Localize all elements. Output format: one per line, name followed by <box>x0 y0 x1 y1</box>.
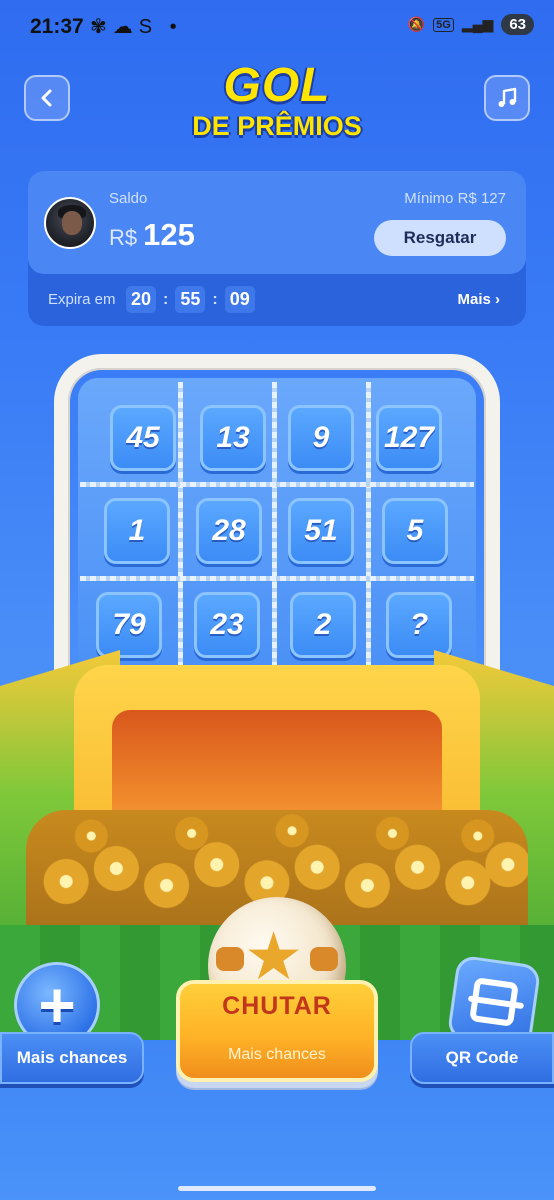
status-time: 21:37 <box>30 15 84 38</box>
status-right: 🔕 5G ▂▄▆ 63 <box>408 14 534 35</box>
balance-value: R$ 125 <box>109 217 195 253</box>
grid-tile: 5 <box>382 498 448 564</box>
qr-code-button[interactable]: QR Code <box>410 1032 554 1084</box>
home-indicator[interactable] <box>178 1186 376 1191</box>
avatar <box>44 197 96 249</box>
grid-tile: 45 <box>110 405 176 471</box>
balance-label: Saldo <box>109 190 148 207</box>
grid-tile: 13 <box>200 405 266 471</box>
music-note-icon <box>498 87 517 107</box>
grid-tile: ? <box>386 592 452 658</box>
balance-card-top: Saldo R$ 125 Mínimo R$ 127 Resgatar <box>28 171 526 274</box>
grid-tile: 1 <box>104 498 170 564</box>
timer-hours: 20 <box>126 286 157 313</box>
signal-icon: ▂▄▆ <box>461 16 494 32</box>
title-line-2: DE PRÊMIOS <box>192 111 362 141</box>
more-link[interactable]: Mais › <box>457 291 500 308</box>
game-title: GOL DE PRÊMIOS <box>0 62 554 142</box>
kick-button[interactable]: CHUTAR Mais chances <box>176 980 378 1082</box>
notification-icons: ✾☁S • <box>90 16 183 38</box>
grid-tile: 28 <box>196 498 262 564</box>
expires-label: Expira em <box>48 291 116 308</box>
timer-minutes: 55 <box>175 286 206 313</box>
grid-tile: 2 <box>290 592 356 658</box>
timer-seconds: 09 <box>224 286 255 313</box>
battery-indicator: 63 <box>501 14 534 35</box>
grid-tile: 23 <box>194 592 260 658</box>
balance-amount: 125 <box>143 217 195 252</box>
kick-label: CHUTAR <box>222 992 332 1020</box>
more-chances-button[interactable]: Mais chances <box>0 1032 144 1084</box>
title-line-1: GOL <box>223 59 331 112</box>
redeem-button[interactable]: Resgatar <box>374 220 506 256</box>
kick-sublabel: Mais chances <box>228 1046 326 1063</box>
grid-tile: 127 <box>376 405 442 471</box>
grid-tile: 9 <box>288 405 354 471</box>
grid-tile: 79 <box>96 592 162 658</box>
grid-tile: 51 <box>288 498 354 564</box>
status-bar: 21:37 ✾☁S • 🔕 5G ▂▄▆ 63 <box>0 0 554 56</box>
mute-icon: 🔕 <box>407 16 426 32</box>
balance-card: Saldo R$ 125 Mínimo R$ 127 Resgatar Expir… <box>28 171 526 326</box>
countdown-timer: 20 : 55 : 09 <box>126 286 255 313</box>
network-badge: 5G <box>433 17 454 32</box>
balance-currency: R$ <box>109 225 138 250</box>
music-button[interactable] <box>484 75 530 121</box>
minimum-label: Mínimo R$ 127 <box>404 190 506 207</box>
